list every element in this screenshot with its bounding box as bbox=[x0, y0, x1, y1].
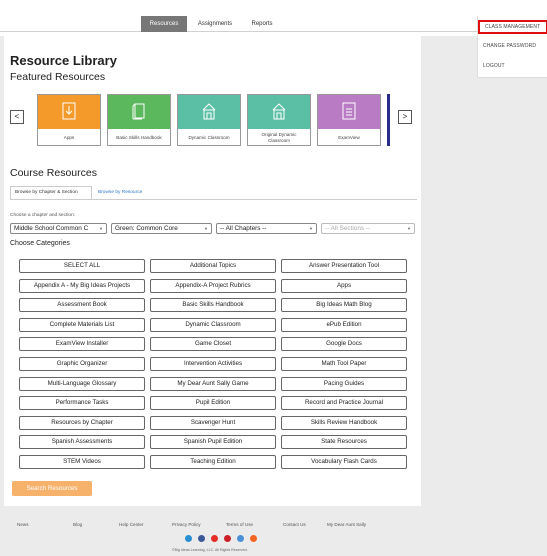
category-button[interactable]: Pupil Edition bbox=[150, 396, 276, 411]
category-button[interactable]: Appendix-A Project Rubrics bbox=[150, 278, 276, 293]
footer-link-blog[interactable]: Blog bbox=[73, 522, 82, 527]
youtube-icon[interactable] bbox=[211, 535, 218, 542]
choose-categories-heading: Choose Categories bbox=[10, 240, 70, 247]
category-button[interactable]: Spanish Assessments bbox=[19, 435, 145, 450]
document-icon bbox=[342, 102, 356, 120]
pinterest-icon[interactable] bbox=[224, 535, 231, 542]
featured-tile-original-dynamic-classroom[interactable]: Original Dynamic Classroom bbox=[247, 94, 311, 146]
search-resources-button[interactable]: Search Resources bbox=[12, 481, 92, 496]
category-button[interactable]: STEM Videos bbox=[19, 455, 145, 469]
tab-reports[interactable]: Reports bbox=[242, 16, 282, 32]
featured-resources-heading: Featured Resources bbox=[10, 71, 106, 83]
category-button[interactable]: ePub Edition bbox=[281, 317, 407, 332]
section-select: -- All Sections -- ▼ bbox=[321, 223, 415, 234]
main-nav: Resources Assignments Reports bbox=[0, 16, 547, 32]
category-button[interactable]: Resources by Chapter bbox=[19, 415, 145, 430]
menu-logout[interactable]: LOGOUT bbox=[478, 59, 547, 73]
category-button[interactable]: Google Docs bbox=[281, 337, 407, 352]
featured-tile-label: Original Dynamic Classroom bbox=[261, 132, 297, 143]
chevron-down-icon: ▼ bbox=[99, 226, 103, 231]
chapter-select[interactable]: -- All Chapters -- ▼ bbox=[216, 223, 317, 234]
category-button[interactable]: Graphic Organizer bbox=[19, 357, 145, 371]
tab-resources[interactable]: Resources bbox=[141, 16, 187, 32]
chevron-down-icon: ▼ bbox=[309, 226, 313, 231]
footer-link-news[interactable]: News bbox=[17, 522, 29, 527]
chevron-down-icon: ▼ bbox=[407, 226, 411, 231]
carousel-prev-button[interactable]: < bbox=[10, 110, 24, 124]
category-button[interactable]: Dynamic Classroom bbox=[150, 317, 276, 332]
menu-change-password[interactable]: CHANGE PASSWORD bbox=[478, 39, 547, 53]
edition-select[interactable]: Green: Common Core ▼ bbox=[111, 223, 212, 234]
page-title: Resource Library bbox=[10, 53, 117, 68]
category-button[interactable]: Game Closet bbox=[150, 337, 276, 352]
linkedin-icon[interactable] bbox=[185, 535, 192, 542]
category-button[interactable]: Multi-Language Glossary bbox=[19, 376, 145, 391]
category-button[interactable]: Additional Topics bbox=[150, 259, 276, 273]
featured-tile-label: ExamView bbox=[338, 134, 360, 140]
menu-class-management[interactable]: CLASS MANAGEMENT bbox=[478, 20, 547, 34]
carousel-next-button[interactable]: > bbox=[398, 110, 412, 124]
category-button[interactable]: State Resources bbox=[281, 435, 407, 450]
category-button[interactable]: Answer Presentation Tool bbox=[281, 259, 407, 273]
tab-browse-by-resource[interactable]: Browse by Resource bbox=[94, 186, 146, 200]
category-button[interactable]: Record and Practice Journal bbox=[281, 396, 407, 411]
category-button[interactable]: Assessment Book bbox=[19, 298, 145, 313]
featured-tile-apps[interactable]: Apps bbox=[37, 94, 101, 146]
category-button[interactable]: Appendix A - My Big Ideas Projects bbox=[19, 278, 145, 293]
rss-icon[interactable] bbox=[250, 535, 257, 542]
category-button[interactable]: Vocabulary Flash Cards bbox=[281, 455, 407, 469]
next-tile-edge bbox=[387, 94, 390, 146]
book-icon bbox=[132, 103, 145, 120]
featured-tile-label: Basic Skills Handbook bbox=[116, 134, 162, 140]
category-button[interactable]: Performance Tasks bbox=[19, 396, 145, 411]
category-button[interactable]: Teaching Edition bbox=[150, 455, 276, 469]
footer-link-contact[interactable]: Contact Us bbox=[283, 522, 306, 527]
featured-tile-basic-skills[interactable]: Basic Skills Handbook bbox=[107, 94, 171, 146]
category-button[interactable]: Intervention Activities bbox=[150, 357, 276, 371]
chooser-label: Choose a chapter and section: bbox=[10, 213, 76, 218]
footer-link-help-center[interactable]: Help Center bbox=[119, 522, 144, 527]
category-button[interactable]: My Dear Aunt Sally Game bbox=[150, 376, 276, 391]
classroom-building-icon bbox=[272, 103, 286, 120]
featured-tile-label: Apps bbox=[63, 134, 75, 140]
download-file-icon bbox=[62, 102, 76, 120]
course-resources-heading: Course Resources bbox=[10, 167, 97, 179]
featured-tile-label: Dynamic Classroom bbox=[188, 134, 230, 140]
featured-tile-examview[interactable]: ExamView bbox=[317, 94, 381, 146]
tab-divider bbox=[10, 199, 417, 200]
category-button[interactable]: Complete Materials List bbox=[19, 317, 145, 332]
footer-link-terms[interactable]: Terms of Use bbox=[226, 522, 253, 527]
footer-link-privacy[interactable]: Privacy Policy bbox=[172, 522, 201, 527]
resource-library-panel: Resource Library Featured Resources < > … bbox=[4, 36, 421, 506]
featured-tile-dynamic-classroom[interactable]: Dynamic Classroom bbox=[177, 94, 241, 146]
category-button[interactable]: Spanish Pupil Edition bbox=[150, 435, 276, 450]
category-button[interactable]: Apps bbox=[281, 278, 407, 293]
category-button[interactable]: Basic Skills Handbook bbox=[150, 298, 276, 313]
category-button[interactable]: ExamView Installer bbox=[19, 337, 145, 352]
category-button[interactable]: SELECT ALL bbox=[19, 259, 145, 273]
category-button[interactable]: Scavenger Hunt bbox=[150, 415, 276, 430]
user-dropdown-menu: CLASS MANAGEMENT CHANGE PASSWORD LOGOUT bbox=[477, 16, 547, 78]
email-icon[interactable] bbox=[237, 535, 244, 542]
classroom-building-icon bbox=[202, 103, 216, 120]
copyright: ©Big Ideas Learning, LLC. All Rights Res… bbox=[172, 548, 248, 552]
tab-assignments[interactable]: Assignments bbox=[190, 16, 240, 32]
category-button[interactable]: Pacing Guides bbox=[281, 376, 407, 391]
tab-browse-by-chapter[interactable]: Browse by Chapter & Section bbox=[10, 186, 92, 200]
course-select[interactable]: Middle School Common C ▼ bbox=[10, 223, 107, 234]
chevron-down-icon: ▼ bbox=[204, 226, 208, 231]
footer-link-aunt-sally[interactable]: My Dear Aunt Sally bbox=[327, 522, 366, 527]
category-button[interactable]: Big Ideas Math Blog bbox=[281, 298, 407, 313]
category-button[interactable]: Math Tool Paper bbox=[281, 357, 407, 371]
category-button[interactable]: Skills Review Handbook bbox=[281, 415, 407, 430]
facebook-icon[interactable] bbox=[198, 535, 205, 542]
